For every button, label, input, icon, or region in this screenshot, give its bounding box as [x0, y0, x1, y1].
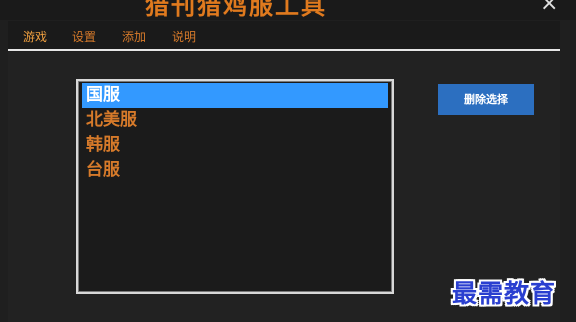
list-item-cn[interactable]: 国服	[82, 83, 388, 108]
delete-selection-button[interactable]: 删除选择	[438, 84, 534, 115]
close-icon[interactable]: ×	[540, 0, 558, 16]
list-item-tw[interactable]: 台服	[82, 158, 388, 183]
list-item-kr[interactable]: 韩服	[82, 133, 388, 158]
menu-bar: 游戏 设置 添加 说明	[8, 21, 560, 51]
menu-divider	[8, 49, 560, 51]
menu-item-help[interactable]: 说明	[172, 28, 196, 45]
list-item-na[interactable]: 北美服	[82, 108, 388, 133]
menu-item-add[interactable]: 添加	[122, 28, 146, 45]
watermark-logo: 最需教育	[452, 279, 557, 308]
menu-item-settings[interactable]: 设置	[72, 28, 96, 45]
server-listbox[interactable]: 国服 北美服 韩服 台服	[76, 79, 394, 294]
title-bar: 猎刊猎鸡服工具 ×	[0, 0, 576, 20]
menu-item-game[interactable]: 游戏	[23, 28, 47, 45]
window-title: 猎刊猎鸡服工具	[145, 0, 327, 20]
